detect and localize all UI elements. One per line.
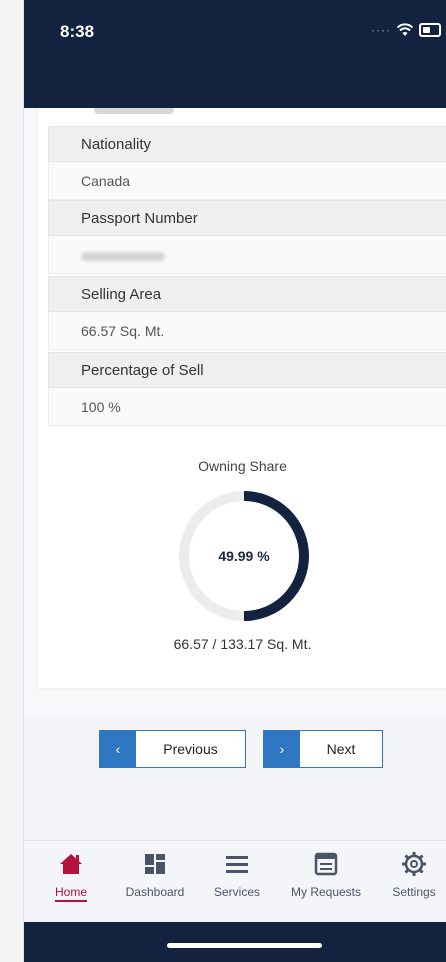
clipped-row bbox=[48, 108, 446, 126]
battery-icon bbox=[419, 23, 441, 37]
details-scroll-area[interactable]: Nationality Canada Passport Number Selli… bbox=[24, 108, 446, 718]
dashboard-icon bbox=[145, 854, 165, 874]
next-label: Next bbox=[326, 741, 356, 757]
tab-home[interactable]: Home bbox=[36, 849, 106, 915]
redacted-text bbox=[94, 108, 174, 114]
selling-area-value: 66.57 Sq. Mt. bbox=[48, 312, 446, 350]
tab-services[interactable]: Services bbox=[204, 849, 270, 915]
tab-my-requests-label: My Requests bbox=[290, 885, 362, 899]
home-icon bbox=[60, 854, 82, 874]
passport-number-value bbox=[48, 236, 446, 274]
status-bar: 8:38 ···· bbox=[24, 0, 446, 108]
tab-settings-label: Settings bbox=[392, 885, 436, 899]
pager: ‹ Previous › Next bbox=[24, 716, 446, 840]
tab-services-label: Services bbox=[213, 885, 260, 899]
gear-icon bbox=[402, 852, 426, 876]
chevron-right-icon: › bbox=[264, 731, 300, 767]
percentage-of-sell-value: 100 % bbox=[48, 388, 446, 426]
previous-button[interactable]: ‹ Previous bbox=[99, 730, 246, 768]
owning-share-title: Owning Share bbox=[198, 458, 287, 474]
home-indicator-bar bbox=[24, 922, 446, 962]
owning-share-caption: 66.57 / 133.17 Sq. Mt. bbox=[173, 636, 312, 652]
chevron-left-icon: ‹ bbox=[100, 731, 136, 767]
signal-icon: ···· bbox=[371, 23, 391, 37]
nationality-value: Canada bbox=[48, 162, 446, 200]
selling-area-label: Selling Area bbox=[48, 276, 446, 312]
wifi-icon bbox=[397, 23, 413, 36]
status-time: 8:38 bbox=[60, 22, 95, 41]
nationality-label: Nationality bbox=[48, 126, 446, 162]
tab-dashboard-label: Dashboard bbox=[125, 885, 185, 899]
phone-screen: 8:38 ···· Nationality Canada Passport Nu… bbox=[23, 0, 446, 962]
bottom-tab-bar: Home Dashboard Services My Requests Sett… bbox=[24, 840, 446, 922]
details-card: Nationality Canada Passport Number Selli… bbox=[38, 108, 446, 688]
next-button[interactable]: › Next bbox=[263, 730, 383, 768]
tab-my-requests[interactable]: My Requests bbox=[280, 849, 372, 915]
home-indicator[interactable] bbox=[167, 943, 322, 948]
owning-share-percent: 49.99 % bbox=[218, 548, 270, 564]
tab-home-label: Home bbox=[54, 885, 87, 902]
previous-label: Previous bbox=[163, 741, 218, 757]
requests-icon bbox=[314, 852, 338, 876]
tab-dashboard[interactable]: Dashboard bbox=[116, 849, 194, 915]
status-icons: ···· bbox=[371, 23, 441, 37]
redacted-passport-number bbox=[81, 251, 165, 261]
menu-icon bbox=[226, 856, 248, 873]
tab-settings[interactable]: Settings bbox=[382, 849, 446, 915]
passport-number-label: Passport Number bbox=[48, 200, 446, 236]
percentage-of-sell-label: Percentage of Sell bbox=[48, 352, 446, 388]
